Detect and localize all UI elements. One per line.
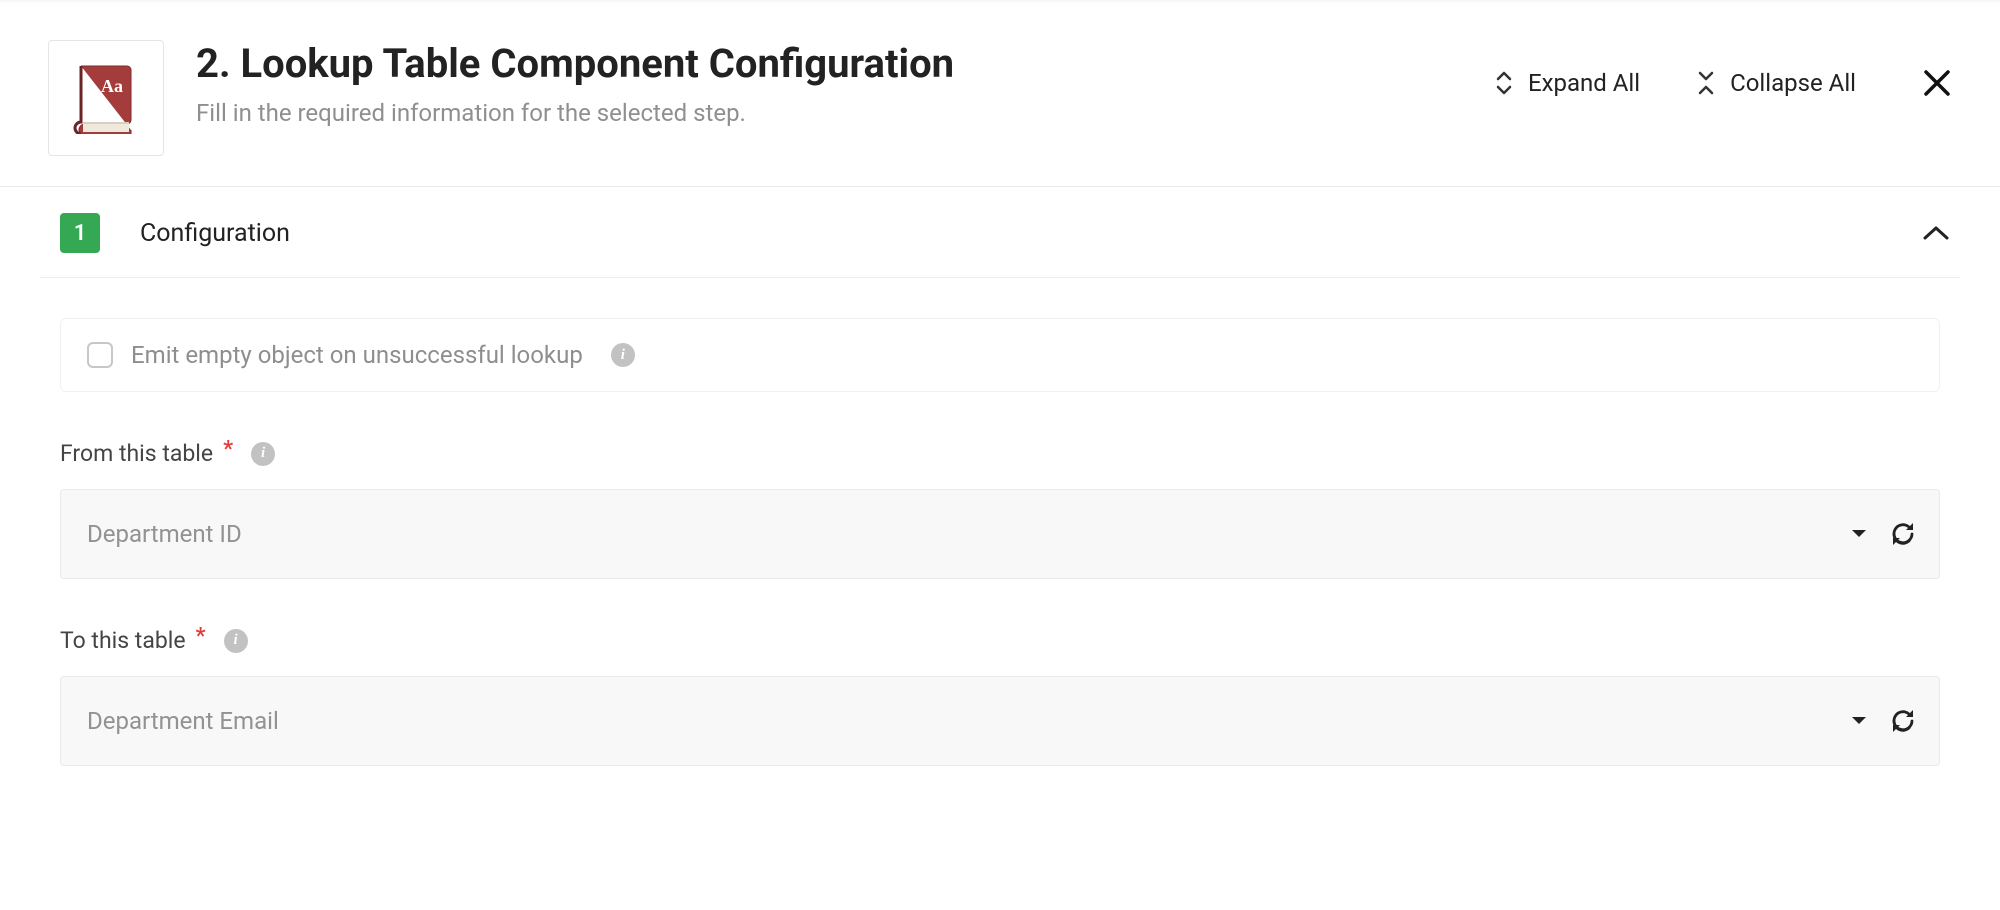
from-table-dropdown-toggle[interactable] — [1851, 529, 1867, 539]
refresh-icon — [1889, 709, 1917, 733]
from-table-actions — [1851, 522, 1917, 546]
collapse-all-label: Collapse All — [1730, 69, 1856, 97]
to-table-actions — [1851, 709, 1917, 733]
info-icon[interactable]: i — [251, 442, 275, 466]
to-table-field: To this table * i Department Email — [60, 627, 1940, 766]
refresh-icon — [1889, 522, 1917, 546]
to-table-value: Department Email — [83, 707, 1851, 735]
panel-subtitle: Fill in the required information for the… — [196, 99, 1494, 127]
panel-title: 2. Lookup Table Component Configuration — [196, 40, 1494, 87]
caret-down-icon — [1851, 716, 1867, 726]
collapse-all-button[interactable]: Collapse All — [1696, 69, 1856, 97]
from-table-label: From this table — [60, 440, 213, 467]
caret-down-icon — [1851, 529, 1867, 539]
panel-header: Aa 2. Lookup Table Component Configurati… — [0, 0, 2000, 187]
expand-all-label: Expand All — [1528, 69, 1640, 97]
section-collapse-toggle[interactable] — [1922, 224, 1950, 242]
emit-empty-label: Emit empty object on unsuccessful lookup — [131, 341, 583, 369]
section-title: Configuration — [140, 219, 1922, 248]
required-indicator: * — [196, 624, 206, 649]
from-table-select[interactable]: Department ID — [60, 489, 1940, 579]
to-table-select[interactable]: Department Email — [60, 676, 1940, 766]
to-table-label-row: To this table * i — [60, 627, 1940, 654]
collapse-all-icon — [1696, 70, 1716, 96]
close-icon — [1922, 68, 1952, 98]
expand-all-button[interactable]: Expand All — [1494, 69, 1640, 97]
to-table-refresh-button[interactable] — [1889, 709, 1917, 733]
header-title-block: 2. Lookup Table Component Configuration … — [196, 40, 1494, 127]
section-body: Emit empty object on unsuccessful lookup… — [40, 278, 1960, 766]
info-icon[interactable]: i — [611, 343, 635, 367]
emit-empty-row: Emit empty object on unsuccessful lookup… — [60, 318, 1940, 392]
component-icon-box: Aa — [48, 40, 164, 156]
dictionary-icon: Aa — [73, 62, 139, 134]
close-button[interactable] — [1922, 68, 1952, 98]
chevron-up-icon — [1922, 224, 1950, 242]
panel-body: 1 Configuration Emit empty object on uns… — [0, 187, 2000, 766]
to-table-dropdown-toggle[interactable] — [1851, 716, 1867, 726]
svg-text:Aa: Aa — [101, 76, 123, 96]
emit-empty-checkbox[interactable] — [87, 342, 113, 368]
section-header[interactable]: 1 Configuration — [40, 187, 1960, 278]
to-table-label: To this table — [60, 627, 186, 654]
from-table-refresh-button[interactable] — [1889, 522, 1917, 546]
config-panel: Aa 2. Lookup Table Component Configurati… — [0, 0, 2000, 910]
header-actions: Expand All Collapse All — [1494, 40, 1952, 98]
expand-all-icon — [1494, 70, 1514, 96]
from-table-value: Department ID — [83, 520, 1851, 548]
required-indicator: * — [223, 437, 233, 462]
info-icon[interactable]: i — [224, 629, 248, 653]
from-table-label-row: From this table * i — [60, 440, 1940, 467]
from-table-field: From this table * i Department ID — [60, 440, 1940, 579]
section-step-badge: 1 — [60, 213, 100, 253]
